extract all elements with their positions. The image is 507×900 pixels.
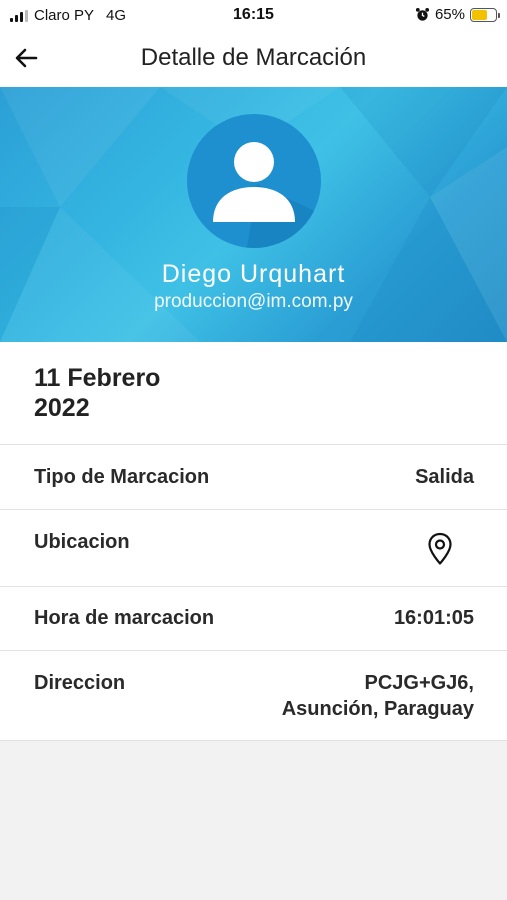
date-day-month: 11 Febrero [34,364,161,392]
tipo-value: Salida [415,466,474,488]
location-pin-icon [428,532,452,565]
profile-header: Diego Urquhart produccion@im.com.py [0,87,507,342]
user-avatar-icon [213,142,321,248]
row-ubicacion: Ubicacion [0,510,507,587]
user-name: Diego Urquhart [161,260,346,288]
battery-fill [472,9,487,20]
ubicacion-label: Ubicacion [34,531,130,553]
date-year: 2022 [34,394,90,422]
row-direccion: Direccion PCJG+GJ6, Asunción, Paraguay [0,651,507,741]
row-hora-marcacion: Hora de marcacion 16:01:05 [0,587,507,651]
battery-percent: 65% [434,6,465,23]
user-email: produccion@im.com.py [154,291,353,312]
direccion-label: Direccion [34,672,126,694]
direccion-line2: Asunción, Paraguay [281,698,474,720]
alarm-icon [415,7,430,21]
location-button[interactable] [427,532,453,566]
status-right: 65% [415,6,500,23]
avatar [187,114,321,248]
status-bar: Claro PY 4G 16:15 65% [0,0,507,32]
direccion-line1: PCJG+GJ6, [364,672,474,694]
tipo-label: Tipo de Marcacion [34,466,210,488]
page-title: Detalle de Marcación [140,44,367,71]
direccion-value: PCJG+GJ6, Asunción, Paraguay [282,670,474,722]
app-bar: Detalle de Marcación [0,32,507,86]
date-section: 11 Febrero 2022 [0,342,507,445]
row-tipo-marcacion: Tipo de Marcacion Salida [0,445,507,510]
hora-value: 16:01:05 [393,607,474,629]
battery-icon [470,7,500,22]
empty-area [0,741,507,900]
hora-label: Hora de marcacion [34,607,215,629]
